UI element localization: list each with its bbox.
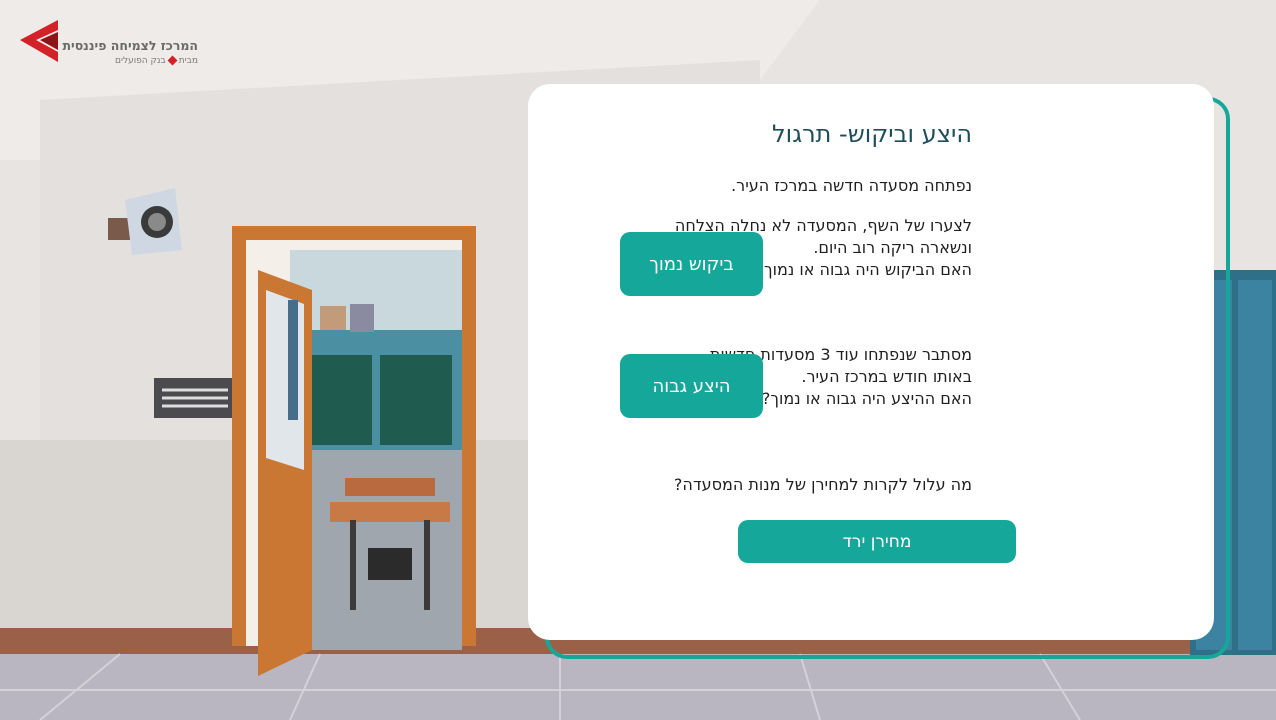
slide: המרכז לצמיחה פיננסית מבית בנק הפועלים היצ… bbox=[0, 0, 1276, 720]
intro-text: נפתחה מסעדה חדשה במרכז העיר. bbox=[731, 176, 972, 195]
low-demand-button[interactable]: ביקוש נמוך bbox=[620, 232, 763, 296]
high-supply-button[interactable]: היצע גבוה bbox=[620, 354, 763, 418]
logo-subtitle-from: מבית bbox=[178, 56, 198, 66]
exercise-card: היצע וביקוש- תרגול נפתחה מסעדה חדשה במרכ… bbox=[528, 84, 1214, 640]
logo-subtitle-bank: בנק הפועלים bbox=[115, 56, 166, 66]
logo-title: המרכז לצמיחה פיננסית bbox=[62, 38, 198, 53]
logo-chevron-icon bbox=[20, 20, 58, 62]
brand-logo: המרכז לצמיחה פיננסית מבית בנק הפועלים bbox=[18, 18, 198, 78]
logo-diamond-icon bbox=[167, 55, 178, 66]
logo-subtitle: מבית בנק הפועלים bbox=[115, 55, 198, 66]
card-title: היצע וביקוש- תרגול bbox=[772, 120, 972, 148]
price-down-button[interactable]: מחירן ירד bbox=[738, 520, 1016, 563]
question-price: מה עלול לקרות למחירן של מנות המסעדה? bbox=[673, 475, 972, 494]
